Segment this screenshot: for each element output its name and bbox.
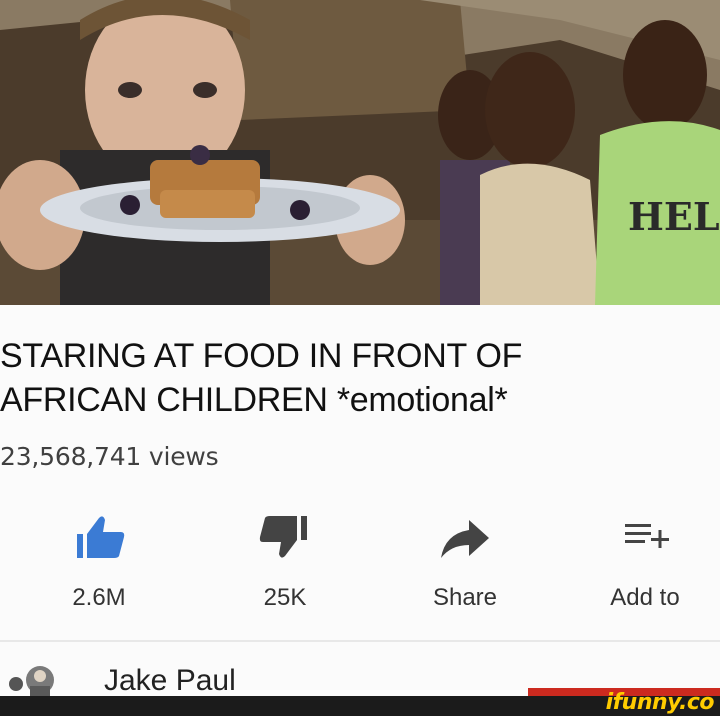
shirt-text: HEL: [628, 194, 720, 239]
like-count: 2.6M: [72, 584, 126, 611]
share-arrow-icon: [441, 520, 489, 558]
channel-name[interactable]: Jake Paul: [104, 664, 236, 696]
add-to-playlist-icon: [625, 524, 669, 548]
video-actions: 2.6M 25K Share Add to: [0, 512, 720, 622]
thumbs-up-icon: [77, 516, 125, 558]
video-title: STARING AT FOOD IN FRONT OF AFRICAN CHIL…: [0, 334, 700, 422]
channel-avatar[interactable]: [4, 660, 74, 696]
video-title-line2: AFRICAN CHILDREN *emotional*: [0, 381, 508, 419]
share-label: Share: [432, 584, 498, 611]
video-thumbnail[interactable]: HEL: [0, 0, 720, 305]
dislike-button[interactable]: 25K: [220, 512, 350, 622]
view-count: 23,568,741 views: [0, 442, 219, 471]
dislike-count: 25K: [263, 584, 307, 611]
thumbs-down-icon: [259, 516, 307, 558]
ifunny-watermark: ifunny.co: [605, 690, 715, 715]
divider: [0, 640, 720, 642]
watermark-bar: ifunny.co: [0, 690, 720, 716]
add-to-button[interactable]: Add to: [580, 512, 710, 622]
share-button[interactable]: Share: [400, 512, 530, 622]
thumbnail-image: HEL: [0, 0, 720, 305]
add-to-label: Add to: [610, 584, 680, 611]
video-title-line1: STARING AT FOOD IN FRONT OF: [0, 337, 523, 375]
like-button[interactable]: 2.6M: [34, 512, 164, 622]
video-page: HEL STARING AT FOOD IN FRONT OF AFRICAN …: [0, 0, 720, 716]
